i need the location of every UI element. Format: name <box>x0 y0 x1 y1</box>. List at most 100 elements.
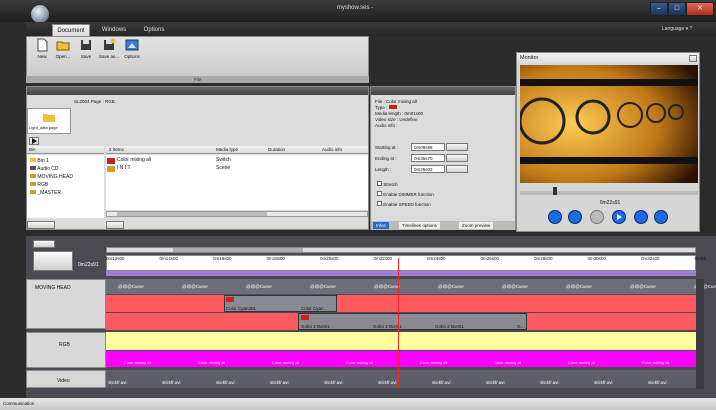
loop-button[interactable] <box>548 210 562 224</box>
length-spinner[interactable] <box>446 165 468 173</box>
mixing-clip-label[interactable]: Color mixing all <box>124 360 151 365</box>
timeline-scrollbar[interactable] <box>106 247 696 253</box>
options-checkboxes: Stretch Enable DIMMER function Enable SP… <box>377 180 434 210</box>
app-menu-button[interactable] <box>30 4 50 24</box>
mixing-clip-label[interactable]: Color mixing all <box>198 360 225 365</box>
curve-label[interactable]: @@@Curve <box>246 284 272 289</box>
play-button[interactable] <box>29 137 39 145</box>
view-toggle-button[interactable] <box>106 221 124 229</box>
timeline-clip[interactable]: Color Cyan401 Color Cyan... <box>224 295 337 312</box>
items-horizontal-scrollbar[interactable] <box>106 211 368 217</box>
bin-item[interactable]: Audio CD <box>30 165 104 173</box>
table-row[interactable]: Color mixing all Switch <box>106 157 368 165</box>
track-header-video[interactable]: Video <box>26 370 106 388</box>
starting-spinner[interactable] <box>446 143 468 151</box>
mixing-clip-label[interactable]: Color mixing all <box>642 360 669 365</box>
items-table: Color mixing all Switch I N I T Scene <box>106 155 368 210</box>
tab-infos[interactable]: Infos <box>373 222 389 229</box>
language-menu[interactable]: Language ▾ ? <box>662 26 692 32</box>
title-bar <box>0 0 716 22</box>
switch-icon <box>388 105 397 109</box>
mixing-clip-label[interactable]: Color mixing all <box>272 360 299 365</box>
tab-options[interactable]: Options <box>138 24 170 36</box>
bin-item[interactable]: _MASTER <box>30 189 104 197</box>
bin-folder-icon <box>30 158 36 162</box>
curve-label[interactable]: @@@Curve <box>566 284 592 289</box>
track-header-rgb[interactable]: RGB <box>26 332 106 368</box>
ruler-tick-label: 0m16s00 <box>213 256 232 261</box>
film-countdown-image <box>520 65 698 183</box>
tab-windows[interactable]: Windows <box>97 24 131 36</box>
options-button[interactable]: Options <box>122 38 142 59</box>
curve-label[interactable]: @@@Curve <box>118 284 144 289</box>
curve-label[interactable]: @@@Curve <box>182 284 208 289</box>
save-as-button[interactable]: Save as... <box>99 38 119 59</box>
bin-item[interactable]: Bin 1 <box>30 157 104 165</box>
next-button[interactable] <box>654 210 668 224</box>
video-clip-label[interactable]: stickfr.avi <box>324 380 343 385</box>
curve-label[interactable]: @@@Curve <box>502 284 528 289</box>
mixing-clip-label[interactable]: Color mixing all <box>494 360 521 365</box>
ruler-tick-label: 0m12s00 <box>106 256 125 261</box>
close-button[interactable]: ✕ <box>686 2 714 16</box>
col-duration[interactable]: Duration <box>268 146 285 154</box>
maximize-button[interactable]: □ <box>668 2 686 16</box>
video-clip-label[interactable]: stickfr.avi <box>162 380 181 385</box>
switch-icon <box>301 315 309 320</box>
monitor-seek-handle[interactable] <box>553 187 557 195</box>
play-button[interactable] <box>612 210 626 224</box>
monitor-seek-bar[interactable] <box>520 191 698 195</box>
timeline-current-time: 0m22s91 <box>78 262 99 268</box>
bin-toolbar[interactable] <box>27 221 55 229</box>
bin-item[interactable]: RGB <box>30 181 104 189</box>
minimize-button[interactable]: – <box>650 2 668 16</box>
table-row[interactable]: I N I T Scene <box>106 165 368 173</box>
eject-button[interactable] <box>568 210 582 224</box>
col-items[interactable]: 2 Items <box>109 146 124 154</box>
bin-item[interactable]: MOVING HEAD <box>30 173 104 181</box>
playhead-cursor[interactable] <box>398 258 399 388</box>
curve-label[interactable]: @@@Curve <box>310 284 336 289</box>
video-clip-label[interactable]: stickfr.avi <box>270 380 289 385</box>
col-media-type[interactable]: Media type <box>216 146 238 154</box>
open-button[interactable]: Open... <box>53 38 73 59</box>
tab-timelines-options[interactable]: Timelines options <box>399 222 440 229</box>
mixing-clip-label[interactable]: Color mixing all <box>420 360 447 365</box>
mixing-clip-label[interactable]: Color mixing all <box>346 360 373 365</box>
video-clip-label[interactable]: stickfr.avi <box>378 380 397 385</box>
video-clip-label[interactable]: stickfr.avi <box>216 380 235 385</box>
curve-label[interactable]: @@@Curve <box>374 284 400 289</box>
video-clip-label[interactable]: stickfr.avi <box>648 380 667 385</box>
video-clip-label[interactable]: stickfr.avi <box>108 380 127 385</box>
zoom-tools[interactable] <box>33 251 73 271</box>
video-clip-label[interactable]: stickfr.avi <box>540 380 559 385</box>
video-clip-label[interactable]: stickfr.avi <box>594 380 613 385</box>
dimmer-checkbox[interactable]: Enable DIMMER function <box>377 190 434 200</box>
curve-label[interactable]: @@@Curve <box>438 284 464 289</box>
video-clip-label[interactable]: stickfr.avi <box>432 380 451 385</box>
mixing-clip-label[interactable]: Color mixing all <box>568 360 595 365</box>
col-audio-info[interactable]: Audio info <box>322 146 342 154</box>
length-input[interactable]: 0m26s02 <box>411 165 445 173</box>
video-clip-label[interactable]: stickfr.avi <box>486 380 505 385</box>
tab-zoom-preview[interactable]: Zoom preview <box>459 222 494 229</box>
track-header-moving-head[interactable]: MOVING HEAD <box>26 279 106 329</box>
select-tool[interactable] <box>33 240 55 248</box>
speed-checkbox[interactable]: Enable SPEED function <box>377 200 434 210</box>
new-label: New <box>37 54 47 59</box>
previous-button[interactable] <box>634 210 648 224</box>
curve-label[interactable]: @@@Curve <box>630 284 656 289</box>
new-button[interactable]: New <box>32 38 52 59</box>
timeline-vertical-scrollbar[interactable] <box>696 279 704 389</box>
stretch-checkbox[interactable]: Stretch <box>377 180 434 190</box>
timeline-clip[interactable]: Gobo 2 Burst1 Gobo 2 Burst1 Gobo 2 Burst… <box>298 313 527 330</box>
moving-head-lane-1 <box>106 295 696 312</box>
tab-document[interactable]: Document <box>52 24 90 36</box>
monitor-close-button[interactable] <box>689 55 697 62</box>
ending-spinner[interactable] <box>446 154 468 162</box>
save-button[interactable]: Save <box>76 38 96 59</box>
folder-item[interactable]: Light_data page <box>27 108 71 134</box>
stop-button[interactable] <box>590 210 604 224</box>
starting-input[interactable]: 0m09s68 <box>411 143 445 151</box>
ending-input[interactable]: 0m35s70 <box>411 154 445 162</box>
